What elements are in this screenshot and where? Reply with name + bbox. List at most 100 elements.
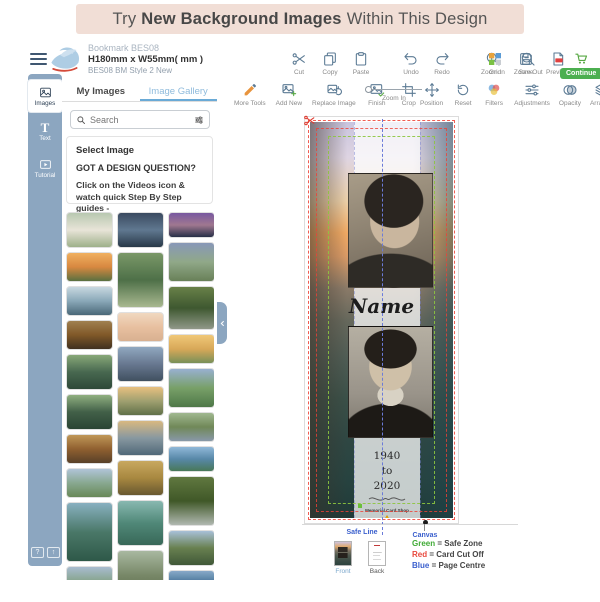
sidebar-item-images[interactable]: Images <box>28 80 62 112</box>
tool-replace-image[interactable]: Replace Image <box>312 82 356 107</box>
sidebar-mini-button[interactable]: ↑ <box>47 547 60 558</box>
scissors-cut-icon <box>303 114 316 127</box>
tool-more-tools[interactable]: More Tools <box>234 82 266 107</box>
tool-save[interactable]: Save <box>515 51 537 76</box>
tool-label: Filters <box>485 100 503 107</box>
tool-label: Save <box>518 69 534 76</box>
tool-cut[interactable]: Cut <box>288 51 310 76</box>
gallery-thumbnail[interactable] <box>66 252 113 282</box>
panel-collapse-handle[interactable] <box>217 302 227 344</box>
gallery-thumbnail[interactable] <box>168 530 214 566</box>
gallery-thumbnail[interactable] <box>117 346 164 382</box>
continue-button[interactable]: Continue <box>560 51 600 79</box>
gallery-thumbnail[interactable] <box>117 386 164 416</box>
sidebar-item-label: Text <box>39 135 51 142</box>
legend-text: = Card Cut Off <box>427 550 484 559</box>
banner-text-bold: New Background Images <box>141 9 342 28</box>
toolbar-row2-right: Position Reset Filters Adjustments Opacity Ar… <box>420 82 600 107</box>
gallery-thumbnail[interactable] <box>117 460 164 496</box>
gallery-thumbnail[interactable] <box>168 286 214 330</box>
menu-hamburger-icon[interactable] <box>30 53 47 66</box>
tool-adjustments[interactable]: Adjustments <box>514 82 550 107</box>
date-birth: 1940 <box>373 450 401 462</box>
tab-my-images[interactable]: My Images <box>62 80 140 101</box>
gallery-thumbnail[interactable] <box>168 212 214 238</box>
gallery-thumbnail[interactable] <box>66 212 113 248</box>
gallery-thumbnail[interactable] <box>66 286 113 316</box>
info-card: Select Image GOT A DESIGN QUESTION? Clic… <box>66 136 213 213</box>
tool-copy[interactable]: Copy <box>319 51 341 76</box>
zoom-slider[interactable]: Zoom In <box>365 86 422 102</box>
gallery-thumbnail[interactable] <box>117 550 164 580</box>
gallery-thumbnail[interactable] <box>117 252 164 308</box>
gallery-thumbnail[interactable] <box>168 570 214 580</box>
image-swap-icon <box>326 82 342 98</box>
continue-label: Continue <box>560 68 600 79</box>
gallery-thumbnail[interactable] <box>66 320 113 350</box>
tool-position[interactable]: Position <box>420 82 443 107</box>
tool-redo[interactable]: Redo <box>431 51 453 76</box>
workspace-bottom-line <box>302 524 518 525</box>
opacity-icon <box>562 82 578 98</box>
background-image-layer[interactable]: Name 1940 to 2020 Memorial Card Shop <box>310 122 453 518</box>
tool-reset[interactable]: Reset <box>452 82 474 107</box>
tool-label: Undo <box>403 69 419 76</box>
gallery-thumbnail[interactable] <box>117 212 164 248</box>
tool-opacity[interactable]: Opacity <box>559 82 581 107</box>
info-card-body: Click on the Videos icon & watch quick S… <box>76 180 185 214</box>
portrait-photo-top[interactable] <box>348 173 433 288</box>
pencil-icon <box>242 82 258 98</box>
undo-icon <box>403 51 419 67</box>
filter-icon[interactable] <box>194 115 204 125</box>
date-to: to <box>381 465 393 478</box>
search-input[interactable] <box>90 114 190 125</box>
gallery-thumbnail[interactable] <box>168 476 214 526</box>
portrait-photo-bottom[interactable] <box>348 326 433 438</box>
dates-text[interactable]: 1940 to 2020 <box>354 449 420 495</box>
gallery-thumbnail[interactable] <box>117 420 164 456</box>
sidebar-mini-button[interactable]: ? <box>31 547 44 558</box>
guides-legend: Green = Safe Zone Red = Card Cut Off Blue … <box>412 538 485 571</box>
design-canvas-page[interactable]: Name 1940 to 2020 Memorial Card Shop <box>303 114 459 535</box>
tool-arrange[interactable]: Arrange <box>590 82 600 107</box>
gallery-thumbnail[interactable] <box>168 368 214 408</box>
tutorial-icon <box>39 158 52 171</box>
gallery-thumbnail[interactable] <box>66 434 113 464</box>
tool-label: Redo <box>434 69 450 76</box>
gallery-thumbnail[interactable] <box>66 394 113 430</box>
gallery-thumbnail[interactable] <box>117 500 164 546</box>
gallery-thumbnail[interactable] <box>66 502 113 562</box>
name-text[interactable]: Name <box>310 294 453 318</box>
image-gallery-panel: My ImagesImage Gallery Select Image GOT … <box>62 74 217 580</box>
gallery-thumbnail[interactable] <box>66 468 113 498</box>
gallery-thumbnail[interactable] <box>168 334 214 364</box>
warning-icon[interactable] <box>380 514 394 518</box>
canvas-pointer-line <box>424 524 425 531</box>
gallery-thumbnail[interactable] <box>168 412 214 442</box>
panel-tabs: My Images Image Gallery <box>62 80 217 102</box>
gallery-thumbnail[interactable] <box>117 312 164 342</box>
tool-grid[interactable]: Grid <box>484 51 506 76</box>
doc-type: Bookmark BES08 <box>88 43 160 53</box>
gallery-thumbnail[interactable] <box>168 242 214 282</box>
sidebar-item-text[interactable]: T Text <box>28 116 62 148</box>
gallery-thumbnail[interactable] <box>66 354 113 390</box>
legend-term: Red <box>412 550 428 559</box>
tab-image-gallery[interactable]: Image Gallery <box>139 80 217 101</box>
tool-paste[interactable]: Paste <box>350 51 372 76</box>
tool-label: Replace Image <box>312 100 356 107</box>
tool-add-new[interactable]: Add New <box>276 82 302 107</box>
banner-text-prefix: Try <box>112 9 137 28</box>
toolbar-row1-right: Grid Save Preview <box>484 51 569 76</box>
back-preview-thumb[interactable] <box>368 541 386 566</box>
sidebar-bottom-buttons: ? ↑ <box>31 547 60 558</box>
tool-undo[interactable]: Undo <box>400 51 422 76</box>
gallery-thumbnail[interactable] <box>168 446 214 472</box>
zoom-slider-knob[interactable] <box>365 86 372 93</box>
front-preview-thumb[interactable] <box>334 541 352 566</box>
sidebar-item-tutorial[interactable]: Tutorial <box>28 152 62 184</box>
thumbnail-grid <box>66 212 214 580</box>
cart-icon <box>574 51 589 66</box>
gallery-thumbnail[interactable] <box>66 566 113 580</box>
tool-filters[interactable]: Filters <box>483 82 505 107</box>
